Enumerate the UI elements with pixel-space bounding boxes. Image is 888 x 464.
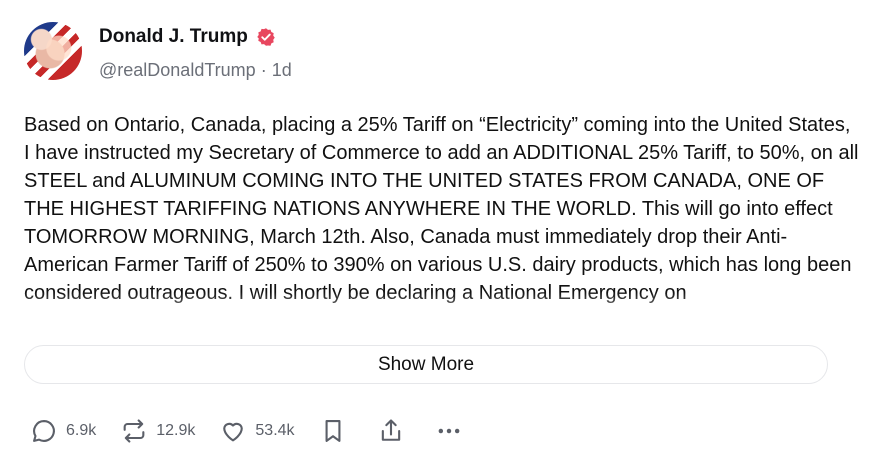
reply-icon bbox=[33, 420, 55, 442]
repost-button[interactable]: 12.9k bbox=[120, 417, 195, 445]
show-more-button[interactable]: Show More bbox=[24, 345, 828, 384]
repost-count: 12.9k bbox=[156, 422, 196, 439]
bookmark-icon bbox=[325, 420, 340, 442]
share-icon bbox=[381, 419, 400, 441]
action-bar: 6.9k 12.9k 53.4k bbox=[30, 414, 493, 448]
timestamp[interactable]: 1d bbox=[272, 60, 292, 80]
handle-line: @realDonaldTrump · 1d bbox=[99, 60, 292, 81]
separator: · bbox=[260, 60, 267, 80]
avatar[interactable] bbox=[24, 22, 82, 80]
more-button[interactable] bbox=[435, 417, 463, 445]
verified-badge-icon bbox=[257, 28, 275, 46]
reply-button[interactable]: 6.9k bbox=[30, 417, 96, 445]
bookmark-button[interactable] bbox=[319, 417, 347, 445]
author-name[interactable]: Donald J. Trump bbox=[99, 26, 248, 48]
more-icon bbox=[438, 428, 459, 434]
like-icon bbox=[223, 422, 244, 442]
handle[interactable]: @realDonaldTrump bbox=[99, 60, 256, 80]
post-body: Based on Ontario, Canada, placing a 25% … bbox=[24, 114, 859, 304]
reply-count: 6.9k bbox=[66, 422, 97, 439]
repost-icon bbox=[123, 419, 145, 443]
share-button[interactable] bbox=[377, 417, 405, 445]
like-count: 53.4k bbox=[255, 422, 295, 439]
like-button[interactable]: 53.4k bbox=[219, 417, 295, 445]
author-row: Donald J. Trump bbox=[99, 26, 276, 48]
